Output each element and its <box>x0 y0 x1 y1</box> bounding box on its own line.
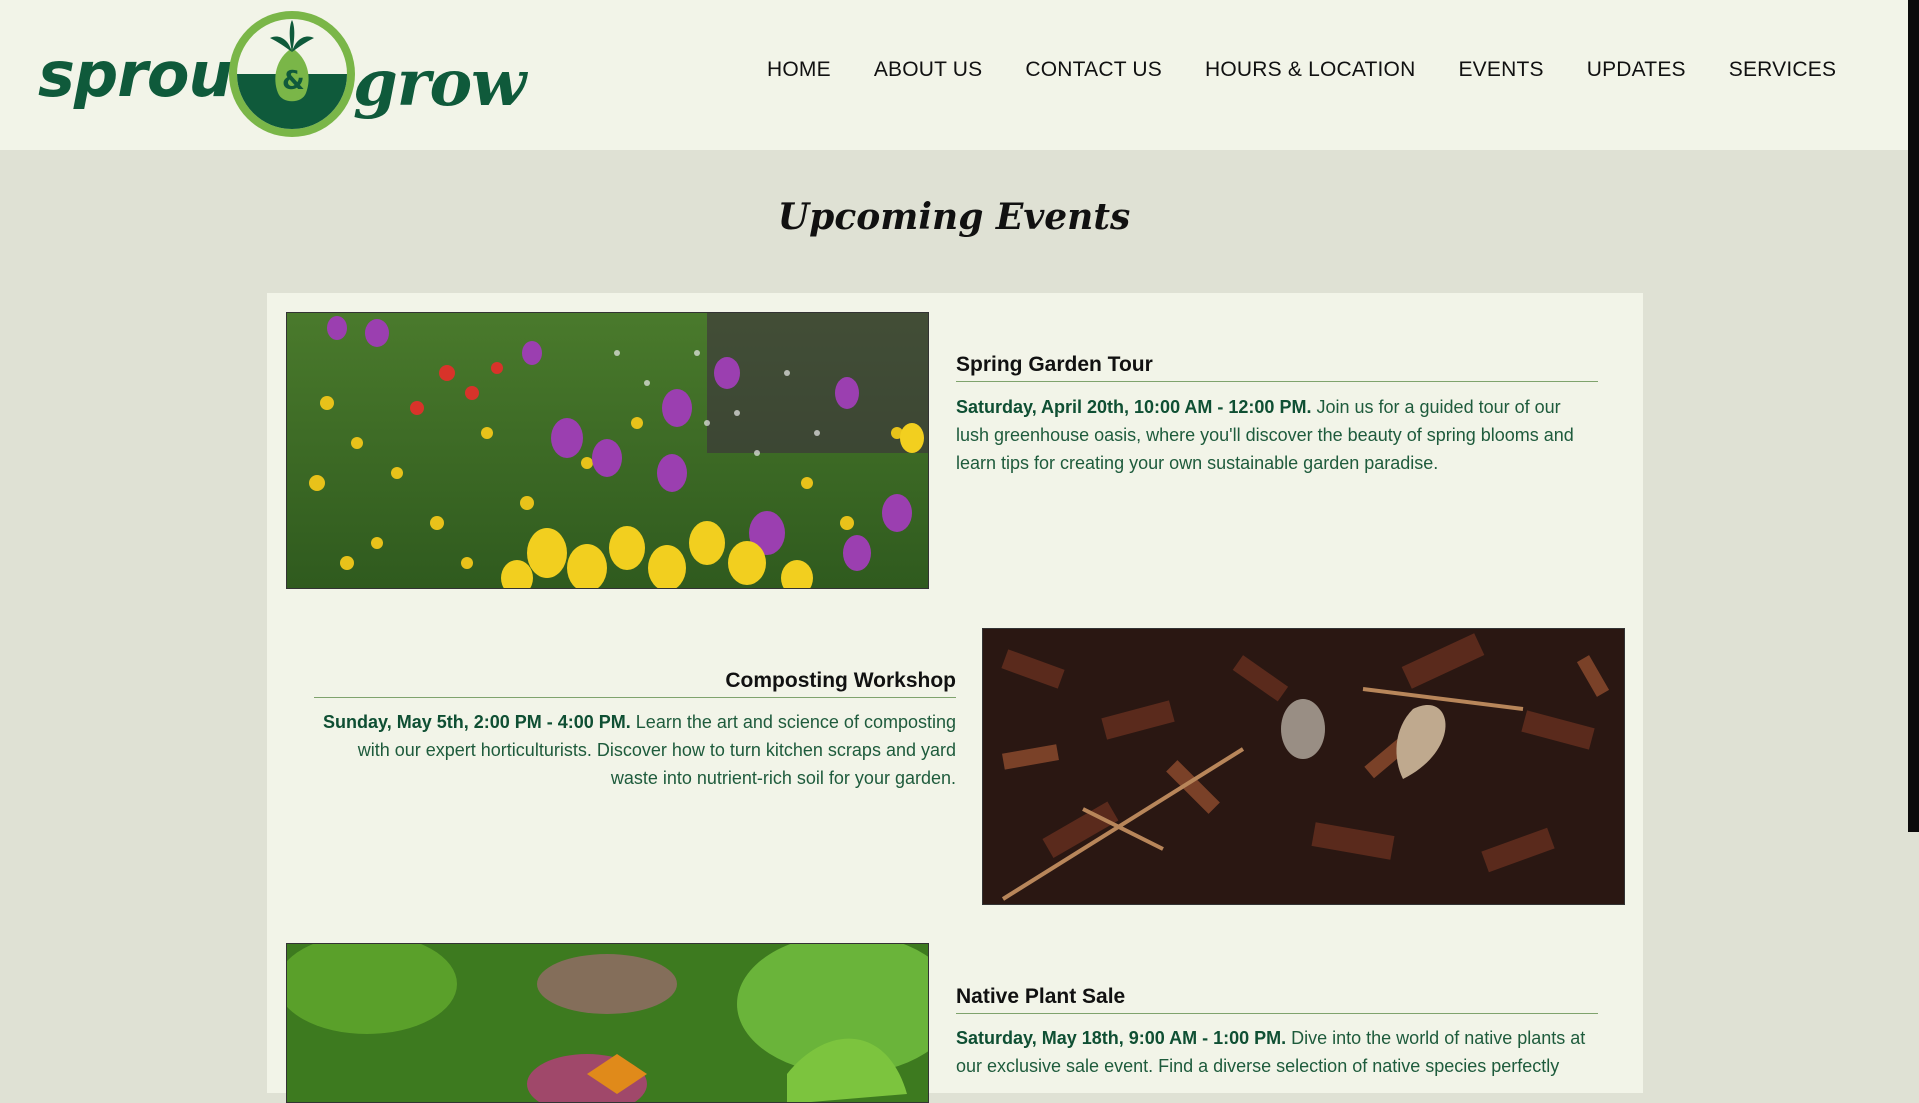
event-description: Saturday, May 18th, 9:00 AM - 1:00 PM. D… <box>956 1024 1598 1080</box>
nav-updates[interactable]: UPDATES <box>1587 58 1686 82</box>
event-when: Saturday, May 18th, 9:00 AM - 1:00 PM. <box>956 1028 1287 1048</box>
nav-about-us[interactable]: ABOUT US <box>874 58 983 82</box>
event-when: Sunday, May 5th, 2:00 PM - 4:00 PM. <box>323 712 631 732</box>
events-panel: Spring Garden Tour Saturday, April 20th,… <box>267 293 1643 1103</box>
event-description: Saturday, April 20th, 10:00 AM - 12:00 P… <box>956 393 1598 477</box>
nav-home[interactable]: HOME <box>767 58 831 82</box>
compost-photo <box>983 629 1624 904</box>
event-image-spring-garden <box>286 312 929 589</box>
event-image-composting <box>982 628 1625 905</box>
event-description: Sunday, May 5th, 2:00 PM - 4:00 PM. Lear… <box>314 708 956 792</box>
nav-events[interactable]: EVENTS <box>1458 58 1543 82</box>
event-title: Native Plant Sale <box>956 985 1598 1014</box>
logo-ampersand: & <box>282 66 305 96</box>
logo-word-grow: grow <box>353 46 526 121</box>
event-title: Composting Workshop <box>314 669 956 698</box>
event-image-native-plant <box>286 943 929 1103</box>
page-scrollbar[interactable] <box>1908 0 1919 1079</box>
event-title: Spring Garden Tour <box>956 353 1598 382</box>
nav-hours-location[interactable]: HOURS & LOCATION <box>1205 58 1416 82</box>
main-nav: HOME ABOUT US CONTACT US HOURS & LOCATIO… <box>767 58 1879 82</box>
scrollbar-thumb[interactable] <box>1908 0 1919 832</box>
tulip-garden-photo <box>287 313 928 588</box>
page-title: Upcoming Events <box>777 196 1131 238</box>
nav-services[interactable]: SERVICES <box>1729 58 1836 82</box>
event-when: Saturday, April 20th, 10:00 AM - 12:00 P… <box>956 397 1312 417</box>
butterfly-photo <box>287 944 928 1102</box>
brand-logo[interactable]: sprout & grow <box>38 8 538 143</box>
nav-contact-us[interactable]: CONTACT US <box>1025 58 1162 82</box>
site-header: sprout & grow HOME ABOUT US CONTACT US H… <box>0 0 1908 150</box>
